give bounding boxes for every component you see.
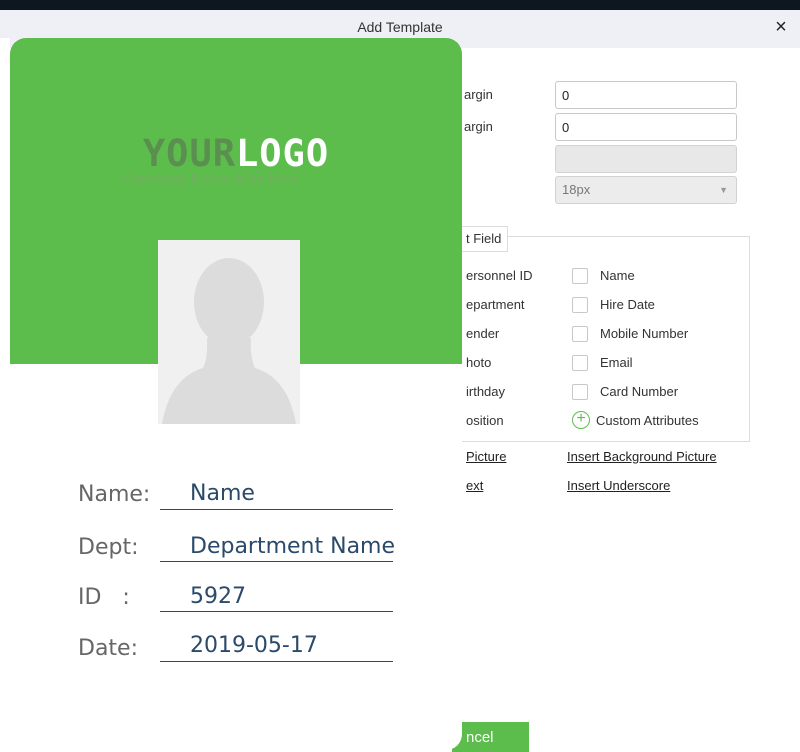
cancel-button[interactable]: ncel xyxy=(452,722,529,752)
dept-field-label: Dept: xyxy=(78,535,139,560)
logo: YOURLOGO xyxy=(10,132,462,175)
date-field-label: Date: xyxy=(78,636,138,661)
field-card-number-label: Card Number xyxy=(600,384,679,399)
field-position[interactable]: osition xyxy=(466,413,504,428)
company-tagline: Company Name fill in here xyxy=(122,171,299,188)
name-field-label: Name: xyxy=(78,482,151,507)
logo-part-your: YOUR xyxy=(142,132,236,175)
dept-underline xyxy=(160,561,393,562)
top-margin-input[interactable] xyxy=(555,81,737,109)
date-field-value: 2019-05-17 xyxy=(190,633,318,658)
name-checkbox[interactable] xyxy=(572,268,588,284)
field-gender[interactable]: ender xyxy=(466,326,499,341)
hire-date-checkbox[interactable] xyxy=(572,297,588,313)
id-field-label: ID : xyxy=(78,585,130,610)
font-size-select[interactable]: 18px ▼ xyxy=(555,176,737,204)
field-hire-date-label: Hire Date xyxy=(600,297,655,312)
mobile-number-checkbox[interactable] xyxy=(572,326,588,342)
left-margin-input[interactable] xyxy=(555,113,737,141)
field-birthday[interactable]: irthday xyxy=(466,384,505,399)
font-size-value: 18px xyxy=(562,182,591,197)
email-checkbox[interactable] xyxy=(572,355,588,371)
field-photo[interactable]: hoto xyxy=(466,355,491,370)
id-field-value: 5927 xyxy=(190,584,246,609)
field-name-label: Name xyxy=(600,268,635,283)
photo-placeholder[interactable] xyxy=(158,240,300,424)
insert-picture-link[interactable]: Picture xyxy=(466,449,506,464)
chevron-down-icon: ▼ xyxy=(719,185,728,195)
font-input[interactable] xyxy=(555,145,737,173)
dept-field-value: Department Name xyxy=(190,534,396,559)
card-number-checkbox[interactable] xyxy=(572,384,588,400)
insert-background-picture-link[interactable]: Insert Background Picture xyxy=(567,449,717,464)
field-mobile-number-label: Mobile Number xyxy=(600,326,689,341)
date-underline xyxy=(160,661,393,662)
top-margin-label: argin xyxy=(464,87,493,102)
name-field-value: Name xyxy=(190,481,255,506)
id-underline xyxy=(160,611,393,612)
field-department[interactable]: epartment xyxy=(466,297,525,312)
field-personnel-id[interactable]: ersonnel ID xyxy=(466,268,532,283)
name-underline xyxy=(160,509,393,510)
add-circle-icon[interactable]: + xyxy=(572,411,590,429)
left-margin-label: argin xyxy=(464,119,493,134)
person-silhouette-icon xyxy=(162,258,296,424)
logo-part-logo: LOGO xyxy=(236,132,330,175)
dialog-left-edge xyxy=(0,38,10,752)
field-email-label: Email xyxy=(600,355,633,370)
id-card-preview[interactable]: YOURLOGO Company Name fill in here Name:… xyxy=(10,38,462,750)
insert-underscore-link[interactable]: Insert Underscore xyxy=(567,478,670,493)
custom-attributes-link[interactable]: Custom Attributes xyxy=(596,413,699,428)
close-icon[interactable]: × xyxy=(770,14,792,40)
insert-text-link[interactable]: ext xyxy=(466,478,483,493)
